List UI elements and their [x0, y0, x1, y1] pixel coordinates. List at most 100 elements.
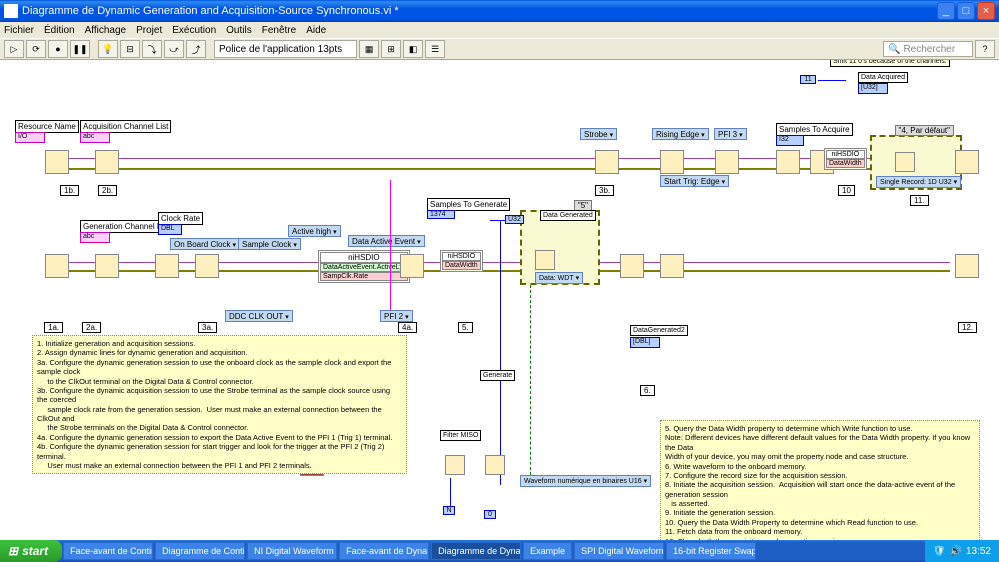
clock[interactable]: 13:52 — [966, 546, 991, 557]
nihsdio-property-node[interactable]: niHSDIO DataActiveEvent.ActiveLvl SampCl… — [318, 250, 410, 283]
export-signal-vi[interactable] — [400, 254, 424, 278]
distribute-button[interactable]: ⊞ — [381, 40, 401, 58]
write-vi[interactable] — [535, 250, 555, 270]
highlight-exec-button[interactable]: 💡 — [98, 40, 118, 58]
taskbar: ⊞ start Face-avant de Contin… Diagramme … — [0, 540, 999, 562]
u32-coerce: U32 — [505, 215, 524, 224]
rising-edge-ring[interactable]: Rising Edge — [652, 128, 709, 140]
reorder-button[interactable]: ☰ — [425, 40, 445, 58]
task-button-5[interactable]: Diagramme de Dynam… — [431, 542, 521, 560]
config-clock-vi[interactable] — [155, 254, 179, 278]
menu-window[interactable]: Fenêtre — [262, 25, 296, 36]
loop-index-wire — [450, 478, 451, 508]
fetch-vi[interactable] — [895, 152, 915, 172]
ddc-clk-out-ring[interactable]: DDC CLK OUT — [225, 310, 293, 322]
menu-project[interactable]: Projet — [136, 25, 162, 36]
strobe-ring[interactable]: Strobe — [580, 128, 617, 140]
start-trig-edge-ring[interactable]: Start Trig: Edge — [660, 175, 729, 187]
abort-button[interactable]: ● — [48, 40, 68, 58]
step-out-button[interactable]: ⤴ — [186, 40, 206, 58]
on-board-clock-ring[interactable]: On Board Clock — [170, 238, 240, 250]
step-3a: 3a. — [198, 322, 217, 333]
assign-acq-vi[interactable] — [95, 150, 119, 174]
data-generated2-ind: [DBL] — [630, 337, 660, 348]
clock-rate-control[interactable]: DBL — [158, 224, 182, 235]
tray-icon[interactable]: 🛡 — [933, 546, 946, 557]
const-11[interactable]: 11 — [800, 75, 816, 84]
step-5: 5. — [458, 322, 473, 333]
generate-label: Generate — [480, 370, 515, 381]
font-selector[interactable]: Police de l'application 13pts — [214, 40, 357, 58]
data-wdt-ring[interactable]: Data: WDT — [535, 272, 583, 284]
samples-to-generate-val[interactable]: 1374 — [427, 210, 455, 219]
loop-n: N — [443, 506, 455, 515]
initiate-gen-vi[interactable] — [620, 254, 644, 278]
close-acq-vi[interactable] — [955, 150, 979, 174]
menu-help[interactable]: Aide — [306, 25, 326, 36]
task-button-1[interactable]: Face-avant de Contin… — [63, 542, 153, 560]
property-node-datawidth-1[interactable]: niHSDIO DataWidth — [440, 250, 483, 272]
task-button-8[interactable]: 16-bit Register Swap … — [666, 542, 756, 560]
maximize-button[interactable]: □ — [957, 2, 975, 20]
config-edge-vi[interactable] — [660, 150, 684, 174]
single-record-ring[interactable]: Single Record: 1D U32 — [876, 176, 961, 188]
task-button-4[interactable]: Face-avant de Dyna… — [339, 542, 429, 560]
tray-icon2[interactable]: 🔊 — [950, 546, 962, 557]
acq-channel-list-control[interactable]: abc — [80, 132, 110, 143]
config-clock-vi2[interactable] — [195, 254, 219, 278]
block-diagram-canvas[interactable]: Resource Name I/O Acquisition Channel Li… — [0, 60, 999, 540]
task-button-7[interactable]: SPI Digital Waveform — [574, 542, 664, 560]
resize-button[interactable]: ◧ — [403, 40, 423, 58]
config-records-vi[interactable] — [776, 150, 800, 174]
pfi2-wire — [390, 180, 391, 310]
window-title: Diagramme de Dynamic Generation and Acqu… — [22, 5, 935, 17]
align-button[interactable]: ▦ — [359, 40, 379, 58]
pause-button[interactable]: ❚❚ — [70, 40, 90, 58]
data-acquired-label: Data Acquired — [858, 72, 908, 83]
sample-clock-ring[interactable]: Sample Clock — [238, 238, 301, 250]
init-acq-vi[interactable] — [45, 150, 69, 174]
gen-channel-list-control[interactable]: abc — [80, 232, 110, 243]
menu-bar: Fichier Édition Affichage Projet Exécuti… — [0, 22, 999, 38]
wfm-u16-ring[interactable]: Waveform numérique en binaires U16 — [520, 475, 651, 487]
config-trig-vi[interactable] — [715, 150, 739, 174]
step-over-button[interactable]: ⤻ — [164, 40, 184, 58]
task-button-3[interactable]: NI Digital Waveform … — [247, 542, 337, 560]
menu-file[interactable]: Fichier — [4, 25, 34, 36]
filter-miso-vi[interactable] — [445, 455, 465, 475]
step-into-button[interactable]: ⤵ — [142, 40, 162, 58]
menu-tools[interactable]: Outils — [226, 25, 252, 36]
menu-edit[interactable]: Édition — [44, 25, 75, 36]
close-gen-vi[interactable] — [955, 254, 979, 278]
system-tray[interactable]: 🛡 🔊 13:52 — [925, 540, 999, 562]
assign-gen-vi[interactable] — [95, 254, 119, 278]
resource-name-control[interactable]: I/O — [15, 132, 45, 143]
run-button[interactable]: ▷ — [4, 40, 24, 58]
init-gen-vi[interactable] — [45, 254, 69, 278]
step-2a: 2a. — [82, 322, 101, 333]
generate-vi[interactable] — [485, 455, 505, 475]
pfi3-ring[interactable]: PFI 3 — [714, 128, 747, 140]
search-input[interactable]: 🔍 Rechercher — [883, 41, 973, 57]
data-active-event-ring[interactable]: Data Active Event — [348, 235, 425, 247]
menu-execute[interactable]: Exécution — [172, 25, 216, 36]
task-button-6[interactable]: Example — [523, 542, 572, 560]
active-high-ring[interactable]: Active high — [288, 225, 341, 237]
pfi2-ring[interactable]: PFI 2 — [380, 310, 413, 322]
data-generated2-label: DataGenerated2 — [630, 325, 688, 336]
error-wire-bot — [60, 270, 950, 272]
wait-vi[interactable] — [660, 254, 684, 278]
menu-view[interactable]: Affichage — [85, 25, 127, 36]
case-selector-2[interactable]: "4, Par défaut" — [895, 125, 955, 136]
green-wire-v — [530, 285, 531, 485]
task-button-2[interactable]: Diagramme de Contin… — [155, 542, 245, 560]
minimize-button[interactable]: _ — [937, 2, 955, 20]
property-node-datawidth-2[interactable]: niHSDIO DataWidth — [824, 148, 867, 170]
retain-wire-button[interactable]: ⊟ — [120, 40, 140, 58]
samples-to-acquire-control[interactable]: I32 — [776, 135, 804, 146]
start-button[interactable]: ⊞ start — [0, 540, 62, 562]
run-continuous-button[interactable]: ⟳ — [26, 40, 46, 58]
help-button[interactable]: ? — [975, 40, 995, 58]
close-button[interactable]: × — [977, 2, 995, 20]
config-strobe-vi[interactable] — [595, 150, 619, 174]
